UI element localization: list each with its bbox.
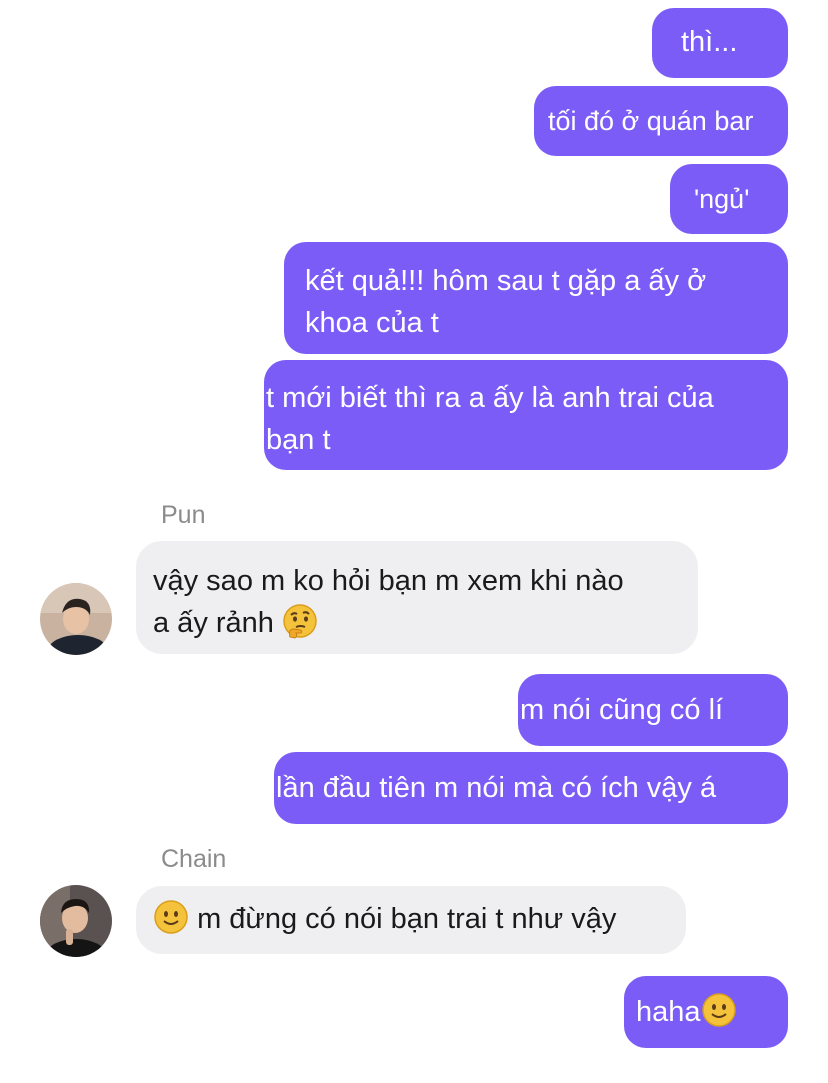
avatar[interactable] (40, 885, 112, 957)
outgoing-message[interactable]: tối đó ở quán bar (534, 86, 788, 156)
message-line: a ấy rảnh (153, 602, 698, 644)
outgoing-message[interactable]: m nói cũng có lí (518, 674, 788, 746)
outgoing-message[interactable]: kết quả!!! hôm sau t gặp a ấy ở khoa của… (284, 242, 788, 354)
message-line: khoa của t (305, 307, 439, 339)
thinking-face-icon (282, 603, 318, 639)
sender-name: Chain (161, 845, 227, 873)
message-text: lần đầu tiên m nói mà có ích vậy á (276, 772, 717, 804)
outgoing-message[interactable]: lần đầu tiên m nói mà có ích vậy á (274, 752, 788, 824)
message-text: tối đó ở quán bar (548, 106, 754, 136)
slightly-smiling-face-icon (153, 899, 189, 935)
message-text: m nói cũng có lí (520, 694, 724, 726)
message-text: haha (636, 996, 701, 1028)
slightly-smiling-face-icon (701, 992, 737, 1028)
outgoing-message[interactable]: 'ngủ' (670, 164, 788, 234)
avatar[interactable] (40, 583, 112, 655)
message-text: thì... (681, 26, 738, 58)
message-line: vậy sao m ko hỏi bạn m xem khi nào (153, 565, 624, 597)
incoming-message[interactable]: m đừng có nói bạn trai t như vậy (136, 886, 686, 954)
message-text: 'ngủ' (694, 184, 750, 214)
message-line: bạn t (266, 424, 331, 456)
outgoing-message[interactable]: thì... (652, 8, 788, 78)
sender-name: Pun (161, 501, 206, 529)
outgoing-message[interactable]: haha (624, 976, 788, 1048)
message-line: kết quả!!! hôm sau t gặp a ấy ở (305, 265, 707, 297)
incoming-message[interactable]: vậy sao m ko hỏi bạn m xem khi nào a ấy … (136, 541, 698, 654)
message-text: m đừng có nói bạn trai t như vậy (197, 903, 617, 935)
message-line: t mới biết thì ra a ấy là anh trai của (266, 382, 714, 414)
outgoing-message[interactable]: t mới biết thì ra a ấy là anh trai của b… (264, 360, 788, 470)
